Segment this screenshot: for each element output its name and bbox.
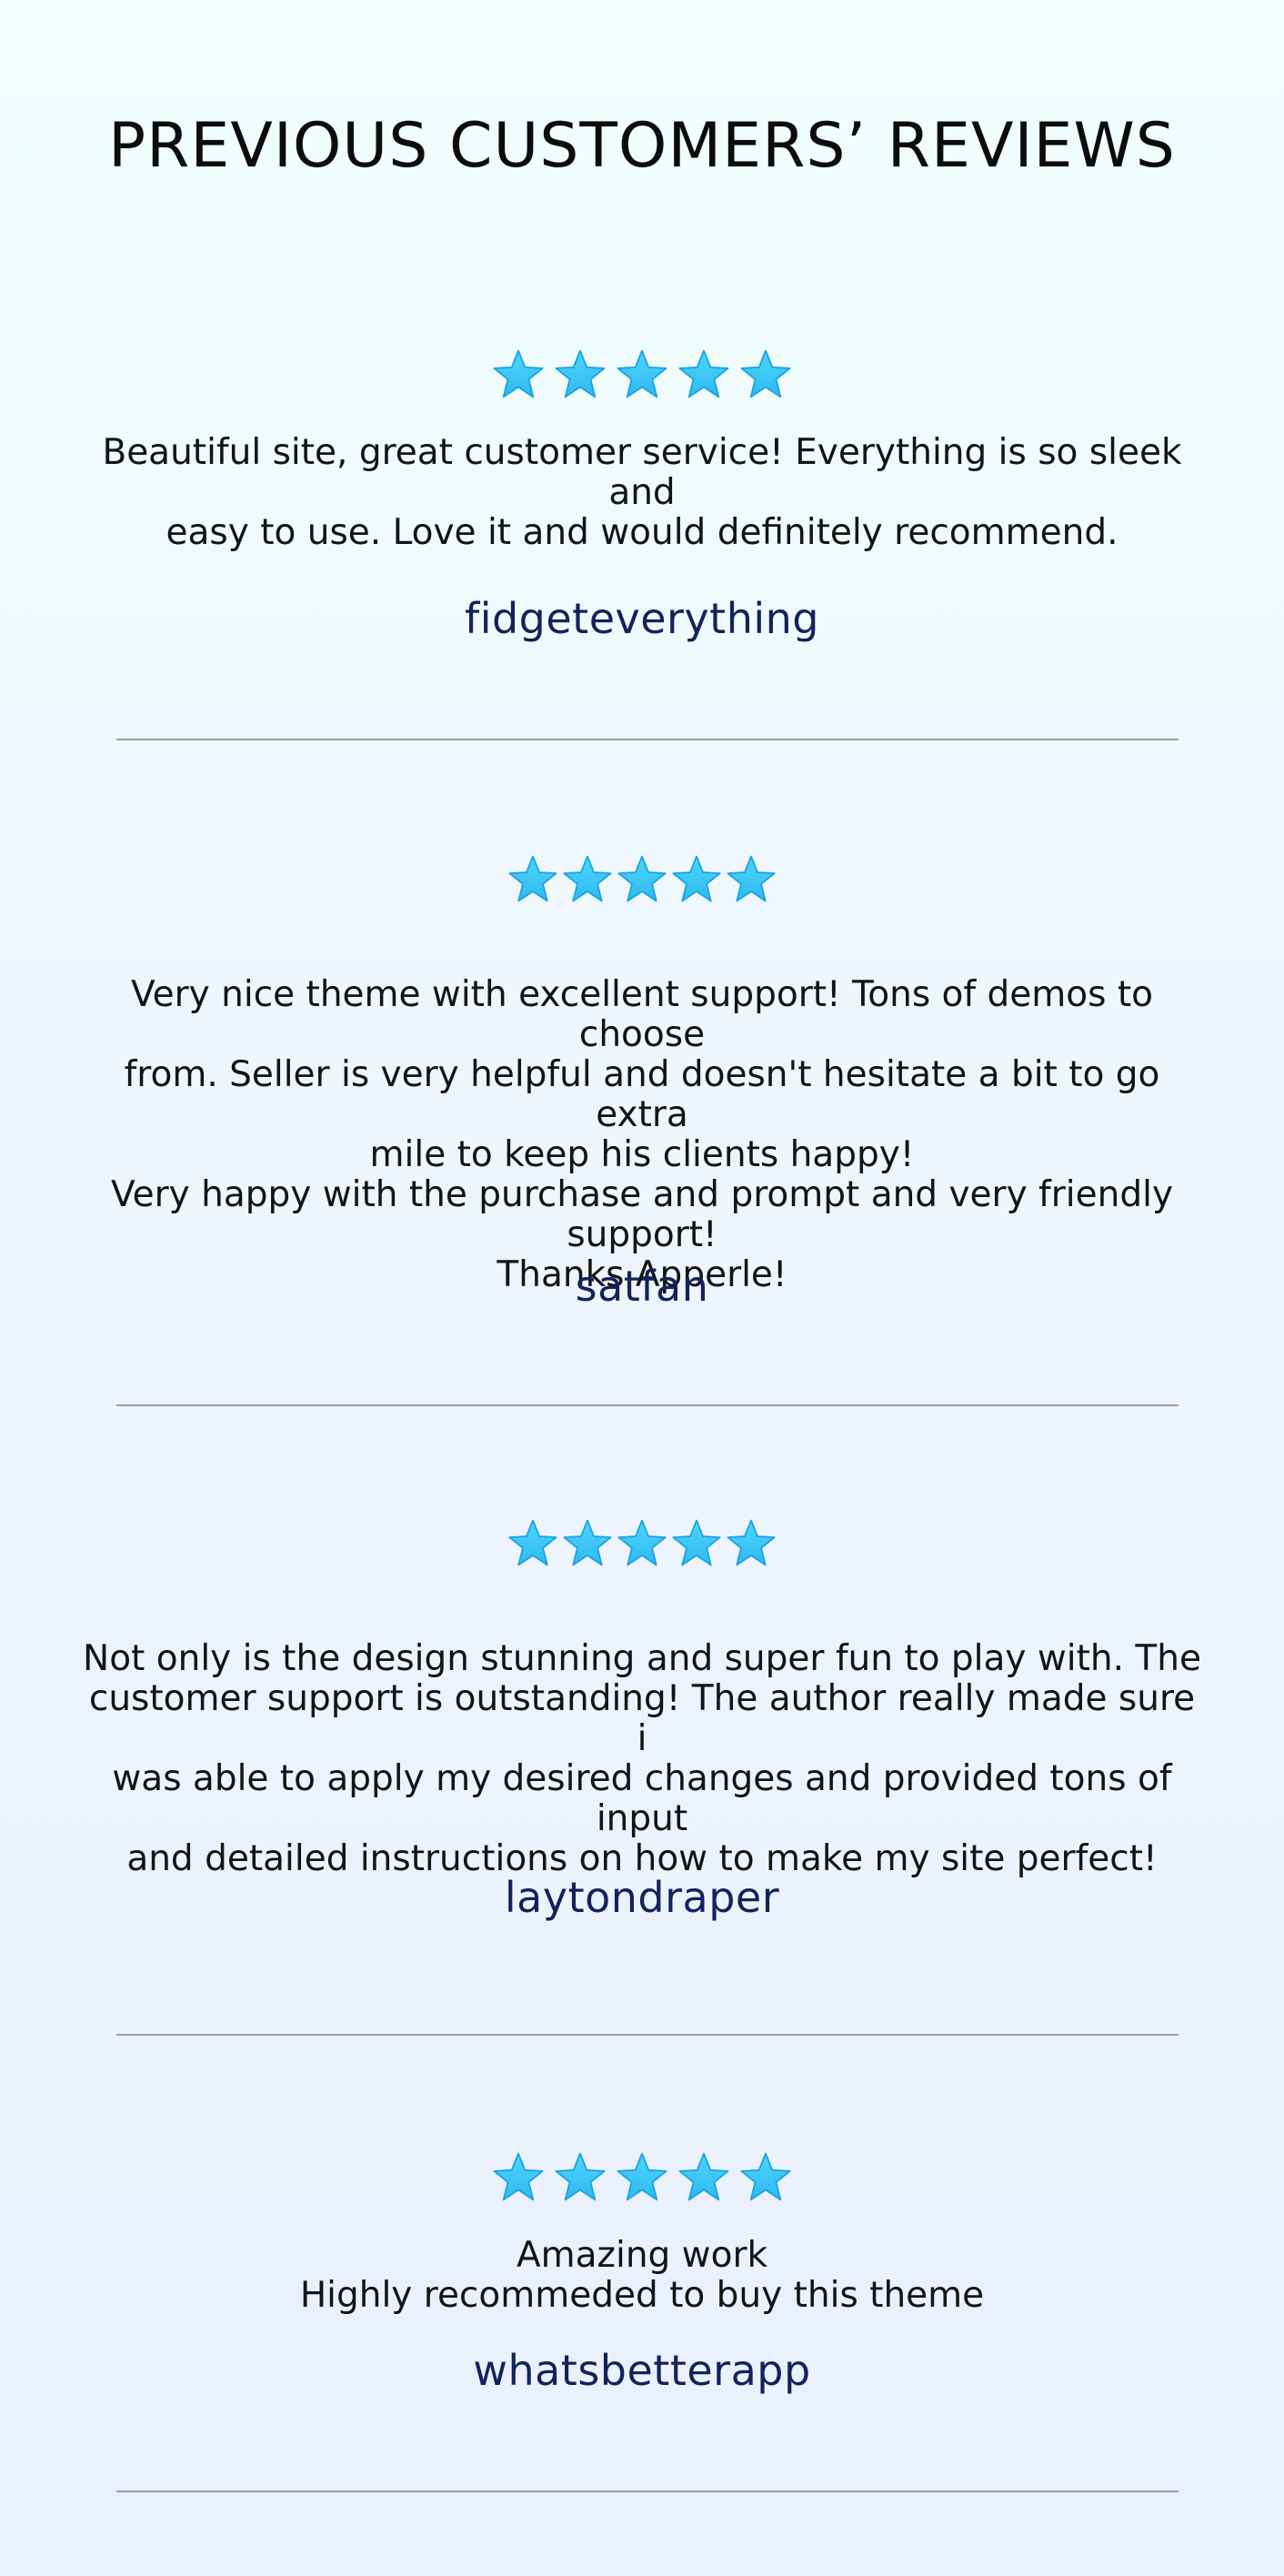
star-icon xyxy=(672,855,721,902)
divider xyxy=(116,739,1179,740)
star-icon xyxy=(493,349,544,398)
star-icon xyxy=(493,2152,544,2201)
divider xyxy=(116,2490,1179,2492)
divider xyxy=(116,1404,1179,1406)
review-text: Amazing work Highly recommeded to buy th… xyxy=(82,2236,1202,2316)
star-rating xyxy=(0,2150,1284,2203)
review-text-line: Very nice theme with excellent support! … xyxy=(131,974,1153,1055)
star-icon xyxy=(555,2152,606,2201)
star-icon xyxy=(678,2152,729,2201)
review-text-line: from. Seller is very helpful and doesn't… xyxy=(124,1054,1160,1135)
star-icon xyxy=(678,349,729,398)
review-author: laytondraper xyxy=(504,1873,780,1922)
review-text-line: Not only is the design stunning and supe… xyxy=(83,1638,1201,1679)
review-text-line: Highly recommeded to buy this theme xyxy=(299,2275,985,2316)
review-text-line: was able to apply my desired changes and… xyxy=(112,1758,1172,1839)
review-text: Beautiful site, great customer service! … xyxy=(82,433,1202,553)
review-text-line: Amazing work xyxy=(516,2235,768,2276)
star-icon xyxy=(617,2152,667,2201)
star-icon xyxy=(555,349,606,398)
star-icon xyxy=(617,349,667,398)
star-icon xyxy=(727,855,776,902)
star-rating xyxy=(0,853,1284,904)
divider xyxy=(116,2034,1179,2036)
review-text: Very nice theme with excellent support! … xyxy=(82,975,1202,1295)
review-text-line: easy to use. Love it and would definitel… xyxy=(166,512,1118,553)
star-icon xyxy=(508,855,557,902)
review-text-line: mile to keep his clients happy! xyxy=(369,1134,915,1175)
review-author: whatsbetterapp xyxy=(473,2346,811,2395)
star-icon xyxy=(740,2152,791,2201)
star-icon xyxy=(727,1519,776,1566)
star-icon xyxy=(672,1519,721,1566)
star-icon xyxy=(617,1519,667,1566)
star-icon xyxy=(617,855,667,902)
star-icon xyxy=(563,855,612,902)
star-rating xyxy=(0,1517,1284,1568)
star-icon xyxy=(508,1519,557,1566)
review-author: satfan xyxy=(575,1262,709,1311)
review-author: fidgeteverything xyxy=(465,594,819,643)
review-text-line: Very happy with the purchase and prompt … xyxy=(110,1174,1174,1215)
review-text: Not only is the design stunning and supe… xyxy=(82,1639,1202,1879)
star-rating xyxy=(0,347,1284,400)
page-title: PREVIOUS CUSTOMERS’ REVIEWS xyxy=(108,110,1176,182)
star-icon xyxy=(740,349,791,398)
star-icon xyxy=(563,1519,612,1566)
review-text-line: Beautiful site, great customer service! … xyxy=(102,432,1182,513)
review-text-line: support! xyxy=(567,1214,717,1255)
review-text-line: customer support is outstanding! The aut… xyxy=(88,1678,1196,1759)
